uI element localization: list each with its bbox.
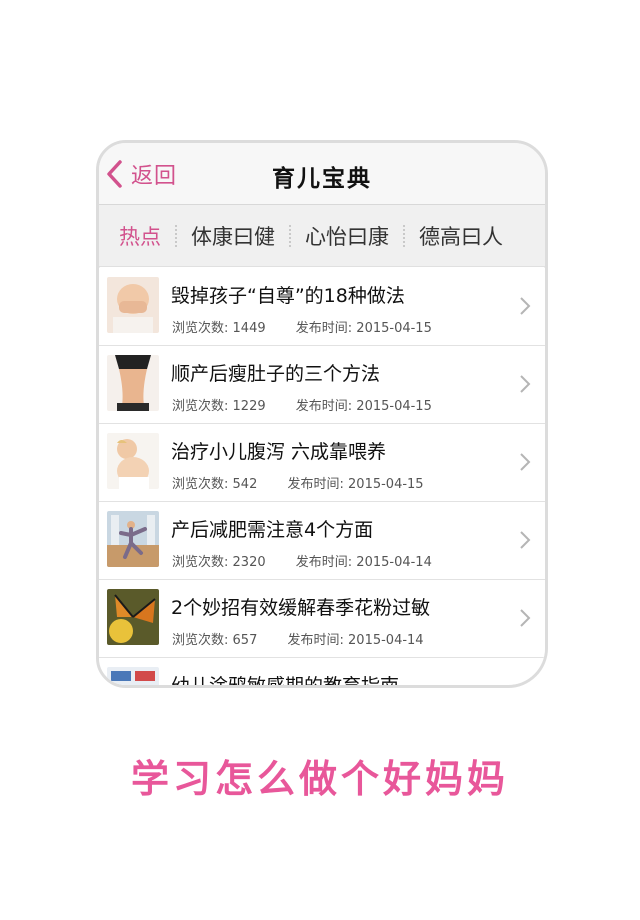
list-item[interactable]: 产后减肥需注意4个方面 浏览次数: 2320 发布时间: 2015-04-14 — [99, 502, 545, 580]
article-thumbnail — [107, 433, 159, 489]
list-item[interactable]: 2个妙招有效缓解春季花粉过敏 浏览次数: 657 发布时间: 2015-04-1… — [99, 580, 545, 658]
views-count: 1449 — [232, 321, 266, 336]
publish-date: 2015-04-14 — [356, 555, 432, 570]
tab-hot[interactable]: 热点 — [119, 221, 161, 251]
article-list: 毁掉孩子“自尊”的18种做法 浏览次数: 1449 发布时间: 2015-04-… — [99, 268, 545, 688]
article-title: 治疗小儿腹泻 六成靠喂养 — [171, 441, 387, 463]
publish-date: 2015-04-15 — [356, 321, 432, 336]
views-count: 657 — [232, 633, 258, 648]
publish-date: 2015-04-15 — [348, 477, 424, 492]
list-item[interactable]: 幼儿涂鸦敏感期的教育指南 — [99, 658, 545, 688]
page-title: 育儿宝典 — [272, 166, 372, 192]
article-thumbnail — [107, 511, 159, 567]
article-meta: 浏览次数: 1229 发布时间: 2015-04-15 — [172, 395, 432, 414]
promo-tagline: 学习怎么做个好妈妈 — [130, 757, 509, 801]
views-count: 542 — [232, 477, 258, 492]
tab-divider — [175, 224, 177, 247]
list-item[interactable]: 治疗小儿腹泻 六成靠喂养 浏览次数: 542 发布时间: 2015-04-15 — [99, 424, 545, 502]
article-title: 顺产后瘦肚子的三个方法 — [171, 363, 381, 385]
article-meta: 浏览次数: 2320 发布时间: 2015-04-14 — [172, 551, 432, 570]
article-title: 2个妙招有效缓解春季花粉过敏 — [171, 597, 431, 619]
article-title: 产后减肥需注意4个方面 — [171, 519, 374, 541]
date-label: 发布时间: — [287, 633, 344, 648]
chevron-right-icon — [520, 375, 531, 393]
views-count: 2320 — [232, 555, 266, 570]
article-thumbnail — [107, 589, 159, 645]
chevron-right-icon — [520, 531, 531, 549]
article-meta: 浏览次数: 657 发布时间: 2015-04-14 — [172, 629, 424, 648]
article-title: 毁掉孩子“自尊”的18种做法 — [171, 285, 405, 307]
chevron-right-icon — [520, 297, 531, 315]
list-item[interactable]: 顺产后瘦肚子的三个方法 浏览次数: 1229 发布时间: 2015-04-15 — [99, 346, 545, 424]
article-title: 幼儿涂鸦敏感期的教育指南 — [171, 675, 400, 688]
tab-wellbeing[interactable]: 心怡曰康 — [305, 221, 389, 251]
list-item[interactable]: 毁掉孩子“自尊”的18种做法 浏览次数: 1449 发布时间: 2015-04-… — [99, 268, 545, 346]
phone-frame: 返回 育儿宝典 热点 体康曰健 心怡曰康 德高曰人 毁掉孩子“自尊”的18种做法 — [96, 140, 548, 688]
views-label: 浏览次数: — [172, 633, 229, 648]
publish-date: 2015-04-14 — [348, 633, 424, 648]
views-label: 浏览次数: — [172, 321, 229, 336]
date-label: 发布时间: — [295, 555, 353, 570]
article-thumbnail — [107, 355, 159, 411]
tab-divider — [289, 224, 291, 247]
article-meta: 浏览次数: 1449 发布时间: 2015-04-15 — [172, 317, 432, 336]
date-label: 发布时间: — [295, 399, 353, 414]
tab-health[interactable]: 体康曰健 — [191, 221, 275, 251]
views-count: 1229 — [232, 399, 266, 414]
nav-bar: 返回 育儿宝典 — [99, 143, 545, 205]
tab-divider — [403, 224, 405, 247]
chevron-right-icon — [520, 609, 531, 627]
views-label: 浏览次数: — [172, 555, 229, 570]
article-thumbnail — [107, 277, 159, 333]
date-label: 发布时间: — [287, 477, 344, 492]
category-tabs: 热点 体康曰健 心怡曰康 德高曰人 — [99, 205, 545, 267]
article-meta: 浏览次数: 542 发布时间: 2015-04-15 — [172, 473, 424, 492]
article-thumbnail — [107, 667, 159, 685]
tab-virtue[interactable]: 德高曰人 — [419, 221, 503, 251]
views-label: 浏览次数: — [172, 477, 229, 492]
date-label: 发布时间: — [295, 321, 353, 336]
views-label: 浏览次数: — [172, 399, 229, 414]
publish-date: 2015-04-15 — [356, 399, 432, 414]
chevron-right-icon — [520, 453, 531, 471]
